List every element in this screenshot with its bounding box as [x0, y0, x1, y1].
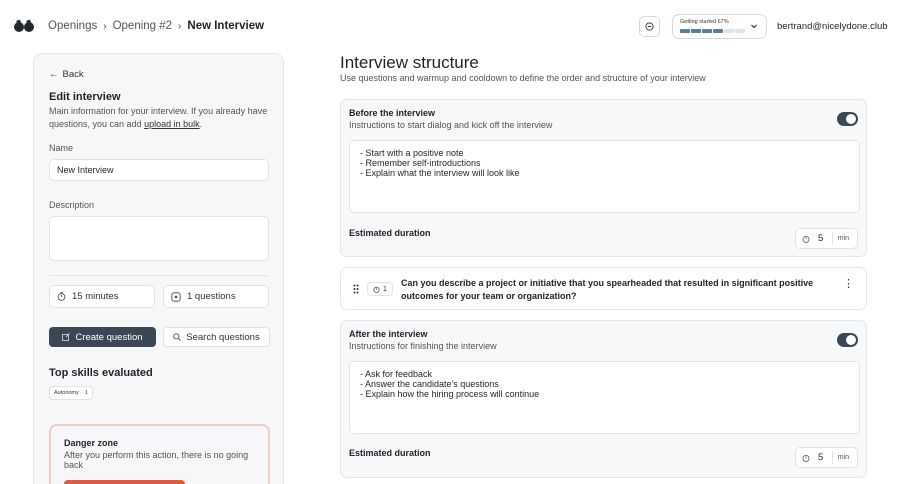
- name-input[interactable]: New Interview: [49, 159, 269, 181]
- search-icon: [173, 333, 182, 341]
- chevron-right-icon: ›: [103, 20, 107, 32]
- description-label: Description: [49, 200, 95, 210]
- timer-icon: [57, 292, 66, 301]
- onboarding-progress[interactable]: Getting started 67%: [672, 14, 767, 39]
- edit-interview-panel: ← Back Edit interview Main information f…: [33, 53, 284, 484]
- chevron-right-icon: ›: [178, 20, 182, 32]
- search-questions-label: Search questions: [186, 331, 260, 343]
- logo-icon[interactable]: [14, 18, 34, 34]
- progress-segment: [713, 29, 723, 33]
- edit-description: Main information for your interview. If …: [49, 105, 271, 130]
- progress-segment: [735, 29, 745, 33]
- before-toggle[interactable]: [837, 112, 858, 126]
- after-interview-card: After the interview Instructions for fin…: [340, 320, 867, 478]
- skill-name: Autonomy: [54, 390, 79, 396]
- page-title: Interview structure: [340, 53, 479, 72]
- skill-count: 1: [84, 390, 88, 396]
- progress-segment: [680, 29, 690, 33]
- after-subtitle: Instructions for finishing the interview: [349, 341, 497, 351]
- before-duration-unit: min: [831, 232, 854, 245]
- before-title: Before the interview: [349, 108, 436, 118]
- before-duration-label: Estimated duration: [349, 228, 431, 238]
- instruction-line: - Ask for feedback: [360, 369, 433, 379]
- upload-bulk-link[interactable]: upload in bulk: [144, 119, 200, 129]
- skills-title: Top skills evaluated: [49, 367, 153, 379]
- clock-icon: [802, 235, 810, 243]
- drag-handle-icon[interactable]: [353, 284, 359, 294]
- danger-zone-title: Danger zone: [64, 438, 119, 448]
- danger-zone: Danger zone After you perform this actio…: [49, 424, 270, 484]
- user-email[interactable]: bertrand@nicelydone.club: [777, 21, 888, 32]
- back-button[interactable]: ← Back: [49, 69, 84, 80]
- instruction-line: - Explain how the hiring process will co…: [360, 389, 540, 399]
- search-questions-button[interactable]: Search questions: [163, 327, 270, 347]
- question-card[interactable]: 1 Can you describe a project or initiati…: [340, 267, 867, 310]
- duration-text: 15 minutes: [72, 291, 119, 302]
- danger-zone-description: After you perform this action, there is …: [64, 450, 249, 470]
- instruction-line: - Remember self-introductions: [360, 158, 481, 168]
- edit-title: Edit interview: [49, 91, 121, 103]
- after-toggle[interactable]: [837, 333, 858, 347]
- after-duration-label: Estimated duration: [349, 448, 431, 458]
- back-label: Back: [62, 69, 84, 80]
- duration-stat: 15 minutes: [49, 285, 155, 308]
- bell-icon: [645, 22, 654, 31]
- question-icon: [171, 291, 181, 302]
- create-question-button[interactable]: Create question: [49, 327, 156, 347]
- instruction-line: - Answer the candidate's questions: [360, 379, 499, 389]
- clock-icon: [373, 286, 380, 293]
- questions-text: 1 questions: [187, 291, 236, 302]
- divider: [49, 275, 269, 276]
- after-instructions-textarea[interactable]: - Ask for feedback - Answer the candidat…: [349, 361, 860, 434]
- progress-bar: [680, 29, 745, 33]
- top-bar: Openings › Opening #2 › New Interview Ge…: [0, 0, 900, 52]
- instruction-line: - Explain what the interview will look l…: [360, 168, 520, 178]
- progress-label: Getting started 67%: [680, 19, 729, 25]
- after-duration-unit: min: [831, 451, 854, 464]
- clock-icon: [802, 454, 810, 462]
- question-badge-count: 1: [383, 285, 387, 293]
- arrow-left-icon: ←: [49, 69, 59, 80]
- notifications-button[interactable]: [639, 16, 660, 37]
- delete-button[interactable]: [64, 480, 185, 484]
- before-subtitle: Instructions to start dialog and kick of…: [349, 120, 553, 130]
- breadcrumb-current: New Interview: [187, 20, 265, 32]
- create-question-label: Create question: [75, 331, 143, 343]
- progress-segment: [691, 29, 701, 33]
- question-text: Can you describe a project or initiative…: [401, 278, 814, 301]
- before-duration-input[interactable]: 5 min: [795, 228, 858, 249]
- edit-desc-suffix: .: [199, 118, 203, 129]
- page-subtitle: Use questions and warmup and cooldown to…: [340, 73, 706, 83]
- name-label: Name: [49, 143, 74, 153]
- kebab-menu-icon[interactable]: ⋮: [843, 279, 854, 290]
- instruction-line: - Start with a positive note: [360, 148, 464, 158]
- breadcrumb-openings[interactable]: Openings: [48, 20, 97, 32]
- description-input[interactable]: [49, 216, 269, 261]
- create-icon: [62, 333, 71, 341]
- progress-segment: [724, 29, 734, 33]
- after-duration-input[interactable]: 5 min: [795, 447, 858, 468]
- chevron-down-icon: [751, 24, 757, 29]
- progress-segment: [702, 29, 712, 33]
- breadcrumb: Openings › Opening #2 › New Interview: [48, 20, 264, 32]
- after-title: After the interview: [349, 329, 428, 339]
- before-interview-card: Before the interview Instructions to sta…: [340, 99, 867, 257]
- before-instructions-textarea[interactable]: - Start with a positive note - Remember …: [349, 140, 860, 213]
- question-badge: 1: [367, 282, 393, 296]
- questions-stat: 1 questions: [163, 285, 269, 308]
- breadcrumb-opening[interactable]: Opening #2: [113, 20, 172, 32]
- skill-tag[interactable]: Autonomy 1: [49, 386, 93, 400]
